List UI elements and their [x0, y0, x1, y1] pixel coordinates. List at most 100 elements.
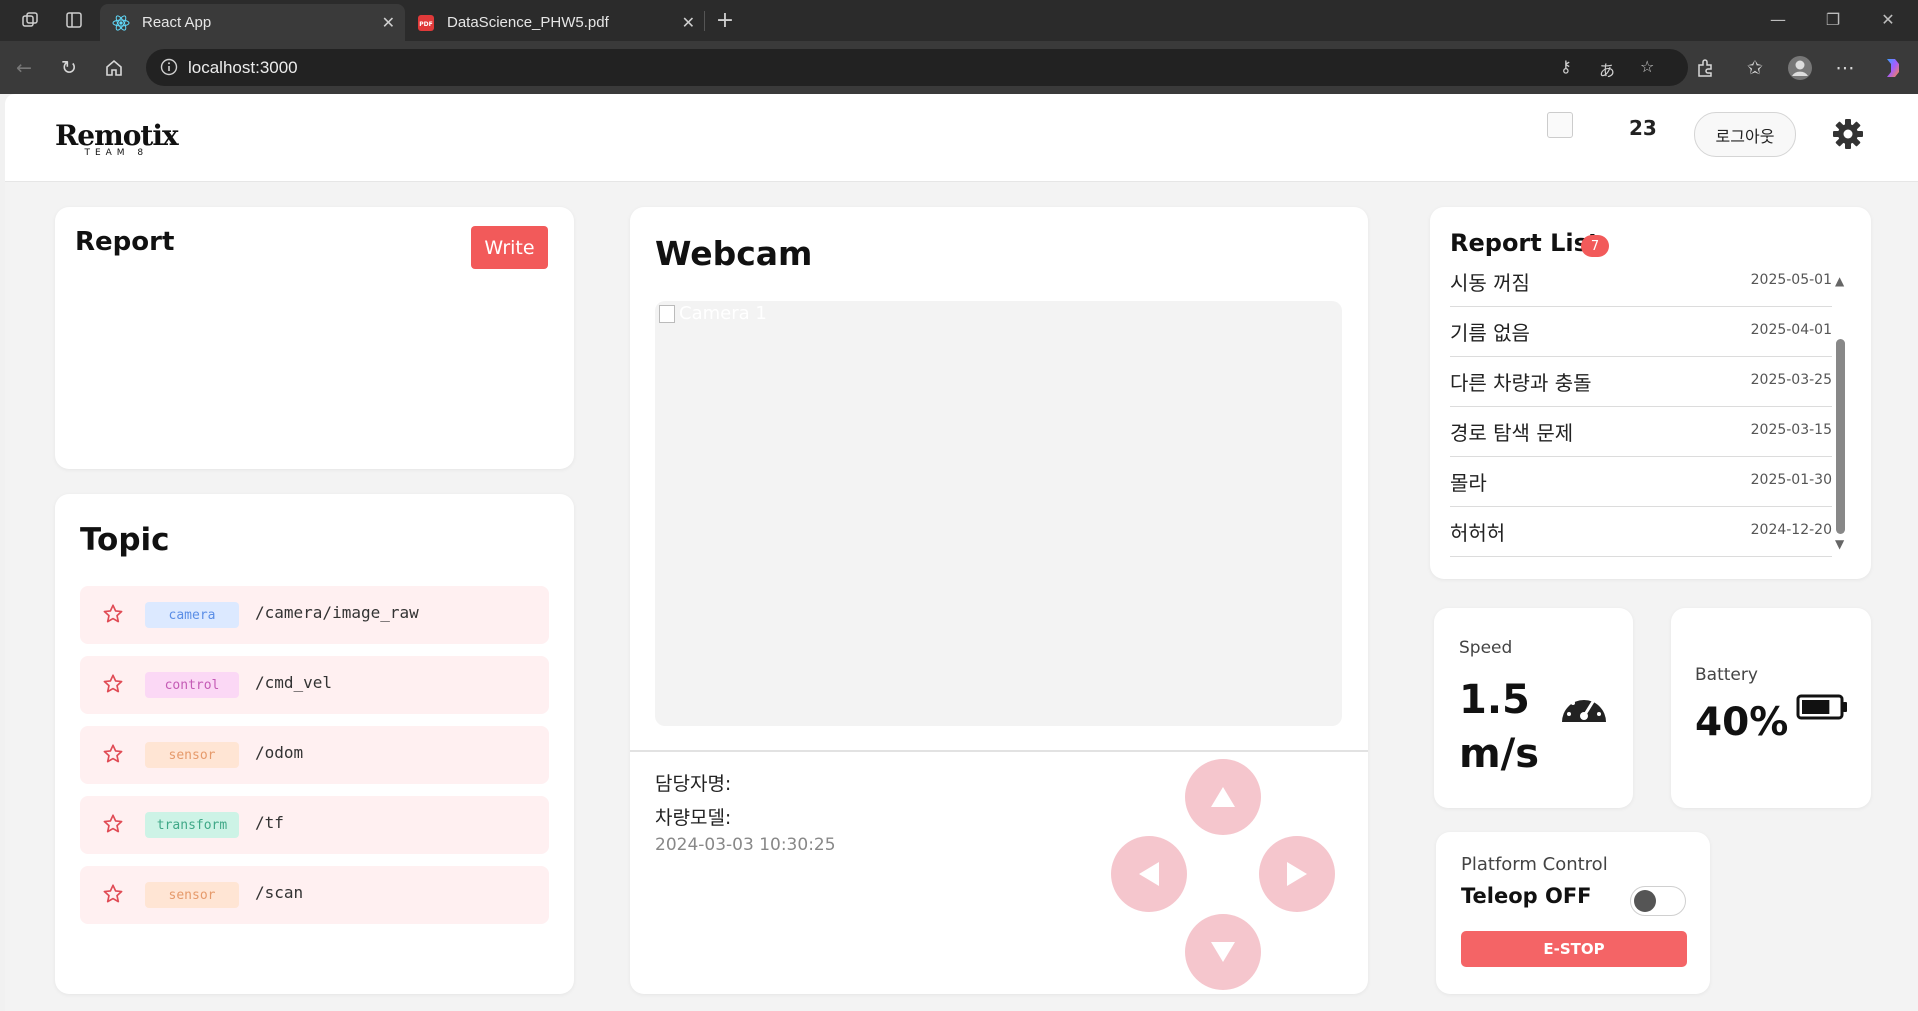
app-header: Remotix TEAM 8 23 로그아웃 [5, 94, 1918, 182]
topic-row[interactable]: sensor /odom [80, 726, 549, 784]
minimize-icon[interactable]: — [1763, 10, 1793, 29]
report-list-title: Report List [1450, 229, 1600, 257]
battery-icon [1796, 694, 1847, 720]
extensions-icon[interactable] [1692, 55, 1718, 81]
topic-type-badge: sensor [145, 882, 239, 908]
tab-pdf[interactable]: PDF DataScience_PHW5.pdf ✕ [405, 4, 705, 41]
speedometer-icon [1562, 696, 1606, 722]
report-item-date: 2025-03-15 [1750, 422, 1832, 438]
report-item-title: 몰라 [1450, 471, 1487, 495]
write-button[interactable]: Write [471, 226, 548, 269]
report-list-item[interactable]: 몰라 2025-01-30 [1450, 457, 1832, 507]
header-count: 23 [1629, 116, 1657, 140]
report-list-item[interactable]: 시동 꺼짐 2025-05-01 [1450, 257, 1832, 307]
svg-text:PDF: PDF [419, 21, 432, 28]
topic-type-badge: camera [145, 602, 239, 628]
dpad-down-button[interactable] [1185, 914, 1261, 990]
star-icon[interactable] [102, 883, 124, 905]
camera-alt-text: Camera 1 [679, 303, 767, 324]
report-title: Report [75, 227, 175, 257]
dpad-left-button[interactable] [1111, 836, 1187, 912]
manager-label: 담당자명: [655, 773, 732, 795]
site-info-icon[interactable] [160, 58, 178, 80]
report-item-title: 경로 탐색 문제 [1450, 421, 1574, 445]
report-list-item[interactable]: 허허허 2024-12-20 [1450, 507, 1832, 557]
tab-title: DataScience_PHW5.pdf [447, 14, 609, 31]
topic-path: /tf [255, 813, 284, 832]
topic-type-badge: control [145, 672, 239, 698]
workspaces-icon[interactable] [19, 9, 41, 31]
back-icon[interactable]: ← [11, 55, 37, 81]
star-icon[interactable] [102, 743, 124, 765]
battery-value: 40% [1695, 700, 1789, 745]
maximize-icon[interactable]: ❐ [1818, 10, 1848, 29]
favorites-icon[interactable]: ✩ [1742, 55, 1768, 81]
topic-row[interactable]: sensor /scan [80, 866, 549, 924]
report-item-title: 허허허 [1450, 521, 1506, 545]
toggle-knob [1634, 890, 1656, 912]
react-icon [112, 14, 130, 32]
teleop-toggle[interactable] [1630, 886, 1686, 916]
camera-broken-image: Camera 1 [659, 303, 767, 324]
scroll-down-arrow-icon[interactable]: ▼ [1835, 537, 1844, 551]
broken-image-icon [659, 304, 675, 323]
scrollbar-thumb[interactable] [1836, 339, 1845, 534]
report-card: Report Write [55, 207, 574, 469]
speed-label: Speed [1459, 638, 1513, 658]
close-tab-icon[interactable]: ✕ [682, 13, 695, 33]
vehicle-model-label: 차량모델: [655, 807, 732, 829]
favorite-star-icon[interactable]: ☆ [1640, 57, 1654, 76]
dpad-right-button[interactable] [1259, 836, 1335, 912]
timestamp: 2024-03-03 10:30:25 [655, 835, 836, 855]
logout-button[interactable]: 로그아웃 [1694, 112, 1796, 157]
topic-path: /camera/image_raw [255, 603, 419, 622]
tab-react-app[interactable]: React App ✕ [100, 4, 405, 41]
report-list-item[interactable]: 경로 탐색 문제 2025-03-15 [1450, 407, 1832, 457]
report-item-title: 시동 꺼짐 [1450, 271, 1530, 295]
report-item-date: 2024-12-20 [1750, 522, 1832, 538]
camera-feed: Camera 1 [655, 301, 1342, 726]
estop-button[interactable]: E-STOP [1461, 931, 1687, 967]
topic-path: /cmd_vel [255, 673, 333, 692]
tab-actions-icon[interactable] [63, 9, 85, 31]
teleop-status: Teleop OFF [1461, 884, 1592, 908]
topic-card: Topic camera /camera/image_raw control /… [55, 494, 574, 994]
report-list-item[interactable]: 기름 없음 2025-04-01 [1450, 307, 1832, 357]
webcam-card: Webcam Camera 1 담당자명: 차량모델: 2024-03-03 1… [630, 207, 1368, 994]
topic-row[interactable]: control /cmd_vel [80, 656, 549, 714]
refresh-icon[interactable]: ↻ [56, 55, 82, 81]
home-icon[interactable] [101, 55, 127, 81]
report-item-date: 2025-04-01 [1750, 322, 1832, 338]
star-icon[interactable] [102, 603, 124, 625]
password-key-icon[interactable]: ⚷ [1560, 57, 1572, 76]
translate-icon[interactable]: あ [1599, 57, 1615, 81]
speed-value: 1.5 m/s [1459, 677, 1540, 777]
topic-title: Topic [80, 522, 170, 558]
scroll-up-arrow-icon[interactable]: ▲ [1835, 274, 1844, 288]
new-tab-icon[interactable]: + [714, 8, 736, 33]
close-tab-icon[interactable]: ✕ [382, 13, 395, 33]
topic-row[interactable]: camera /camera/image_raw [80, 586, 549, 644]
battery-card: Battery 40% [1671, 608, 1871, 808]
arrow-up-icon [1211, 787, 1235, 807]
close-window-icon[interactable]: ✕ [1873, 10, 1903, 29]
copilot-icon[interactable] [1880, 55, 1906, 81]
url-field[interactable]: localhost:3000 ⚷ あ ☆ [146, 49, 1688, 86]
tab-title: React App [142, 14, 212, 31]
arrow-right-icon [1287, 862, 1307, 886]
settings-gear-icon[interactable] [1830, 116, 1866, 152]
topic-path: /scan [255, 883, 304, 902]
dpad-up-button[interactable] [1185, 759, 1261, 835]
star-icon[interactable] [102, 813, 124, 835]
report-list-item[interactable]: 다른 차량과 충돌 2025-03-25 [1450, 357, 1832, 407]
more-menu-icon[interactable]: ⋯ [1832, 55, 1858, 81]
topic-path: /odom [255, 743, 304, 762]
report-item-title: 기름 없음 [1450, 321, 1530, 345]
report-item-title: 다른 차량과 충돌 [1450, 371, 1592, 395]
topic-row[interactable]: transform /tf [80, 796, 549, 854]
profile-avatar-icon[interactable] [1787, 55, 1813, 81]
report-item-date: 2025-03-25 [1750, 372, 1832, 388]
user-avatar [1547, 112, 1573, 138]
star-icon[interactable] [102, 673, 124, 695]
arrow-left-icon [1139, 862, 1159, 886]
